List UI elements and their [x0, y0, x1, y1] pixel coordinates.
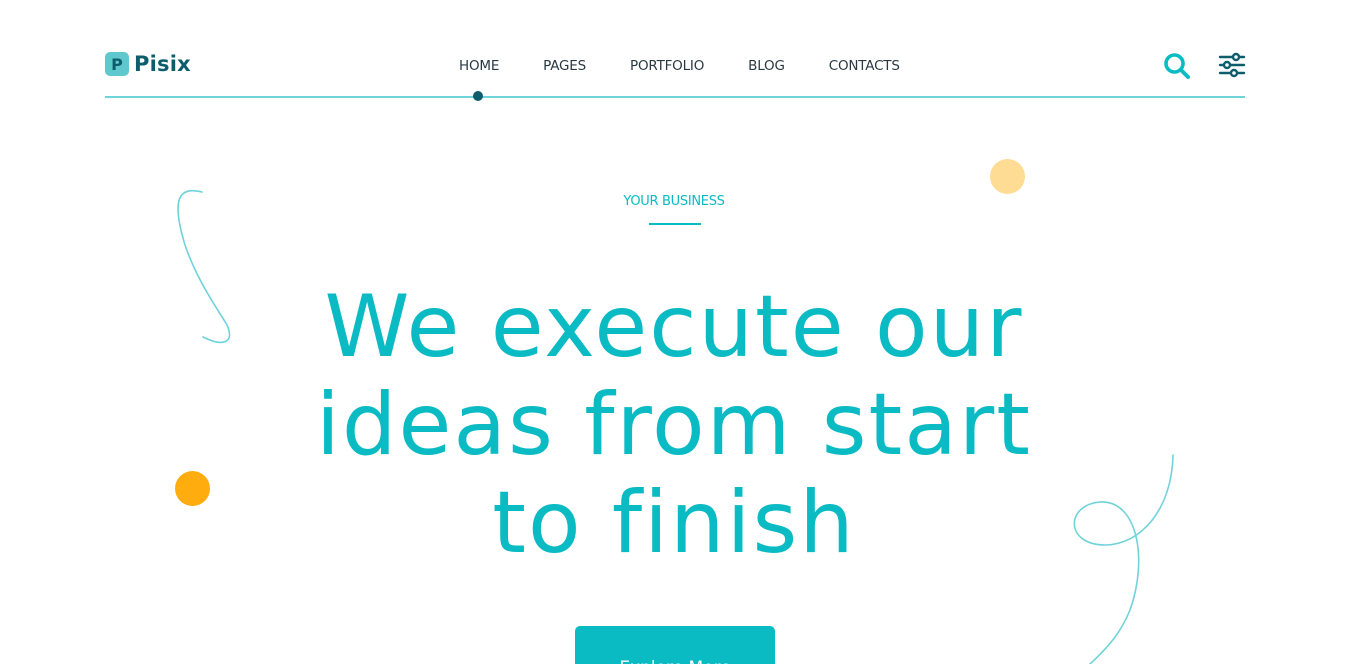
header-divider	[105, 96, 1245, 98]
headline-line: to finish	[492, 473, 856, 573]
active-nav-indicator	[473, 91, 483, 101]
main-nav: HOME PAGES PORTFOLIO BLOG CONTACTS	[459, 58, 900, 74]
logo-text: Pisix	[134, 52, 191, 76]
eyebrow-underline	[649, 223, 701, 225]
hero-eyebrow: YOUR BUSINESS	[623, 194, 725, 209]
headline-line: ideas from start	[315, 375, 1032, 475]
headline-line: We execute our	[324, 277, 1024, 377]
site-header: P Pisix HOME PAGES PORTFOLIO BLOG CONTAC…	[105, 48, 1245, 97]
explore-more-button[interactable]: Explore More	[575, 626, 775, 664]
search-icon[interactable]	[1163, 52, 1191, 80]
nav-item-portfolio[interactable]: PORTFOLIO	[630, 58, 704, 74]
logo-mark: P	[105, 52, 129, 76]
logo[interactable]: P Pisix	[105, 52, 191, 76]
nav-item-blog[interactable]: BLOG	[748, 58, 785, 74]
nav-item-home[interactable]: HOME	[459, 58, 499, 74]
decorative-peach-circle	[990, 159, 1025, 194]
nav-item-contacts[interactable]: CONTACTS	[829, 58, 900, 74]
settings-sliders-icon[interactable]	[1218, 52, 1246, 78]
nav-item-pages[interactable]: PAGES	[543, 58, 586, 74]
page: P Pisix HOME PAGES PORTFOLIO BLOG CONTAC…	[0, 0, 1348, 664]
hero-headline: We execute our ideas from start to finis…	[0, 278, 1348, 572]
